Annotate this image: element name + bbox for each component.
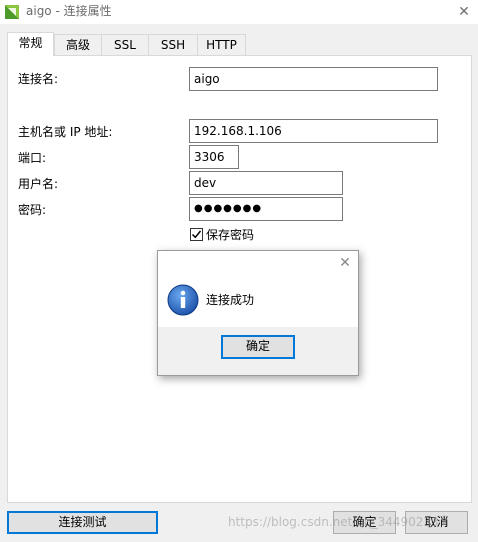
host-input[interactable]: 192.168.1.106 [189,119,438,143]
host-label: 主机名或 IP 地址: [18,125,113,139]
window-title: aigo - 连接属性 [26,4,112,18]
watermark: https://blog.csdn.net/qq_34490233 [228,515,439,529]
checkmark-icon [191,230,202,239]
port-label: 端口: [18,151,47,165]
dialog-ok-button[interactable]: 确定 [221,335,295,359]
navicat-app-icon [5,5,19,19]
tab-general[interactable]: 常规 [7,32,54,56]
success-dialog: ✕ 连接成功 确定 [157,250,359,376]
dialog-body: 连接成功 [158,275,358,327]
test-connection-button[interactable]: 连接测试 [7,511,158,534]
info-icon [167,284,199,316]
username-input[interactable]: dev [189,171,343,195]
connection-name-input[interactable]: aigo [189,67,438,91]
title-bar: aigo - 连接属性 ✕ [0,0,478,24]
tab-ssl[interactable]: SSL [101,34,149,55]
connection-name-label: 连接名: [18,72,59,86]
dialog-message: 连接成功 [206,293,255,307]
window-close-button[interactable]: ✕ [452,2,476,22]
username-label: 用户名: [18,177,59,191]
tab-ssh[interactable]: SSH [148,34,198,55]
tab-advanced[interactable]: 高级 [54,34,102,55]
password-label: 密码: [18,203,47,217]
password-input[interactable]: ●●●●●●● [189,197,343,221]
save-password-checkbox[interactable] [190,228,203,241]
tab-http[interactable]: HTTP [197,34,246,55]
save-password-label: 保存密码 [206,228,255,242]
port-input[interactable]: 3306 [189,145,239,169]
dialog-close-button[interactable]: ✕ [334,253,356,273]
dialog-title-bar: ✕ [158,251,358,275]
